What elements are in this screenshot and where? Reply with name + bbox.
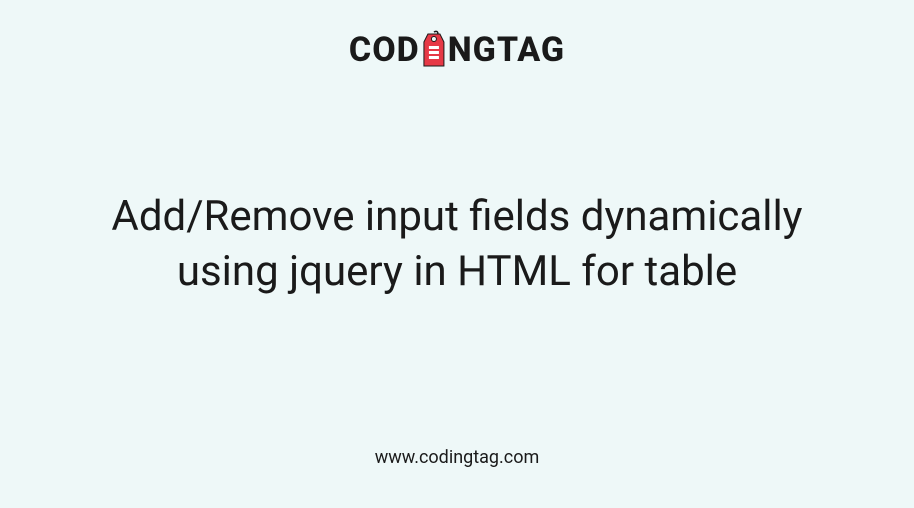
- logo-text-before: COD: [349, 30, 420, 70]
- footer-url: www.codingtag.com: [375, 447, 540, 468]
- tag-icon: [420, 30, 448, 70]
- logo-text-after: NGTAG: [448, 30, 565, 70]
- page-title: Add/Remove input fields dynamically usin…: [69, 190, 846, 299]
- logo: COD NGTAG: [349, 30, 565, 70]
